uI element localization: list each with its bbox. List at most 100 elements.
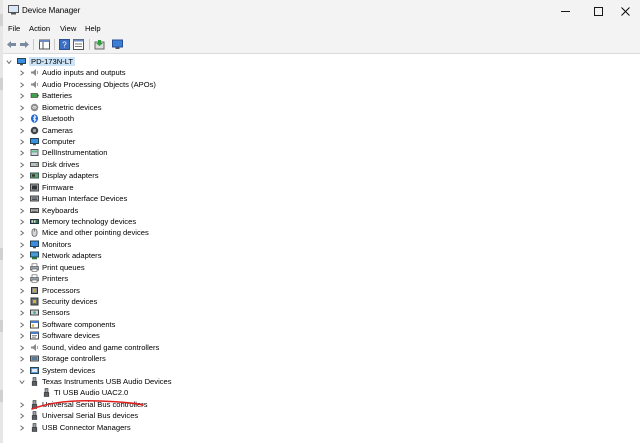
tree-category-computer[interactable]: Computer	[18, 136, 75, 147]
chevron-right-icon[interactable]	[18, 138, 26, 146]
chevron-right-icon[interactable]	[18, 412, 26, 420]
chevron-right-icon[interactable]	[18, 127, 26, 135]
tree-category-biometric-devices[interactable]: Biometric devices	[18, 102, 102, 113]
chevron-right-icon[interactable]	[18, 241, 26, 249]
tree-category-audio-inputs-and-outputs[interactable]: Audio inputs and outputs	[18, 67, 126, 78]
tree-category-sound-video-and-game-controllers[interactable]: Sound, video and game controllers	[18, 342, 159, 353]
tree-category-software-devices[interactable]: Software devices	[18, 330, 100, 341]
back-button[interactable]	[5, 38, 18, 51]
tree-category-keyboards[interactable]: Keyboards	[18, 205, 78, 216]
chevron-down-icon[interactable]	[5, 58, 13, 66]
tree-category-monitors[interactable]: Monitors	[18, 239, 71, 250]
display-adapter-icon	[30, 171, 39, 180]
keyboard-icon	[30, 206, 39, 215]
tree-category-software-components[interactable]: Software components	[18, 319, 115, 330]
tree-category-display-adapters[interactable]: Display adapters	[18, 170, 99, 181]
tree-category-processors[interactable]: Processors	[18, 285, 80, 296]
menu-help[interactable]: Help	[85, 24, 101, 33]
computer-root-icon	[17, 57, 26, 66]
chevron-right-icon[interactable]	[18, 161, 26, 169]
title-bar: Device Manager	[3, 0, 640, 22]
menu-bar: File Action View Help	[3, 22, 640, 36]
tree-category-printers[interactable]: Printers	[18, 273, 68, 284]
maximize-button[interactable]	[583, 0, 613, 22]
software-component-icon	[30, 320, 39, 329]
tree-category-system-devices[interactable]: System devices	[18, 365, 95, 376]
tree-category-disk-drives[interactable]: Disk drives	[18, 159, 79, 170]
toolbar: ?	[3, 36, 640, 54]
tree-item-label: Security devices	[42, 297, 98, 306]
tree-category-usb-connector-managers[interactable]: USB Connector Managers	[18, 422, 131, 433]
tree-category-dellinstrumentation[interactable]: DellInstrumentation	[18, 147, 107, 158]
chevron-right-icon[interactable]	[18, 367, 26, 375]
tree-device-ti-usb-audio-uac2[interactable]: TI USB Audio UAC2.0	[30, 387, 128, 398]
chevron-right-icon[interactable]	[18, 344, 26, 352]
chevron-right-icon[interactable]	[18, 309, 26, 317]
network-adapter-icon	[30, 251, 39, 260]
tree-root-node[interactable]: PD-173N-LT	[5, 56, 76, 67]
forward-button[interactable]	[18, 38, 31, 51]
chevron-right-icon[interactable]	[18, 207, 26, 215]
chevron-right-icon[interactable]	[18, 104, 26, 112]
chevron-right-icon[interactable]	[18, 264, 26, 272]
tree-category-firmware[interactable]: Firmware	[18, 182, 74, 193]
monitor-icon	[30, 240, 39, 249]
properties-icon	[73, 39, 84, 50]
close-button[interactable]	[610, 0, 640, 22]
tree-category-mice-and-other-pointing-devices[interactable]: Mice and other pointing devices	[18, 227, 149, 238]
chevron-right-icon[interactable]	[18, 252, 26, 260]
chevron-right-icon[interactable]	[18, 81, 26, 89]
menu-file[interactable]: File	[8, 24, 20, 33]
chevron-right-icon[interactable]	[18, 424, 26, 432]
hid-icon	[30, 194, 39, 203]
chevron-right-icon[interactable]	[18, 92, 26, 100]
tree-category-audio-processing-objects-apos[interactable]: Audio Processing Objects (APOs)	[18, 79, 156, 90]
chevron-right-icon[interactable]	[18, 184, 26, 192]
forward-arrow-icon	[20, 41, 29, 48]
update-driver-button[interactable]	[93, 38, 106, 51]
chevron-right-icon[interactable]	[18, 115, 26, 123]
chevron-right-icon[interactable]	[18, 298, 26, 306]
scan-hardware-changes-button[interactable]	[111, 38, 124, 51]
chevron-right-icon[interactable]	[18, 195, 26, 203]
monitor-scan-icon	[112, 39, 123, 49]
help-button[interactable]: ?	[58, 38, 71, 51]
sensor-icon	[30, 308, 39, 317]
chevron-right-icon[interactable]	[18, 275, 26, 283]
chevron-right-icon[interactable]	[18, 401, 26, 409]
chevron-right-icon[interactable]	[18, 229, 26, 237]
properties-button[interactable]	[72, 38, 85, 51]
printer-icon	[30, 263, 39, 272]
show-hide-console-tree-button[interactable]	[38, 38, 51, 51]
chevron-right-icon[interactable]	[18, 149, 26, 157]
menu-view[interactable]: View	[60, 24, 76, 33]
red-annotation-strike	[31, 399, 144, 410]
tree-category-bluetooth[interactable]: Bluetooth	[18, 113, 74, 124]
chevron-right-icon[interactable]	[18, 355, 26, 363]
tree-category-batteries[interactable]: Batteries	[18, 90, 72, 101]
chevron-right-icon[interactable]	[18, 287, 26, 295]
chevron-right-icon[interactable]	[18, 69, 26, 77]
minimize-button[interactable]	[550, 0, 580, 22]
tree-item-label: Computer	[42, 137, 76, 146]
tree-category-security-devices[interactable]: Security devices	[18, 296, 97, 307]
chevron-right-icon[interactable]	[18, 172, 26, 180]
close-icon	[620, 6, 630, 16]
tree-category-human-interface-devices[interactable]: Human Interface Devices	[18, 193, 127, 204]
chevron-down-icon[interactable]	[18, 378, 26, 386]
tree-category-network-adapters[interactable]: Network adapters	[18, 250, 102, 261]
tree-category-print-queues[interactable]: Print queues	[18, 262, 85, 273]
tree-category-memory-technology-devices[interactable]: Memory technology devices	[18, 216, 136, 227]
usb-icon	[30, 377, 39, 386]
menu-action[interactable]: Action	[29, 24, 50, 33]
tree-category-cameras[interactable]: Cameras	[18, 125, 73, 136]
tree-category-sensors[interactable]: Sensors	[18, 307, 70, 318]
tree-item-label: Disk drives	[42, 160, 80, 169]
console-tree-icon	[39, 39, 50, 50]
chevron-right-icon[interactable]	[18, 332, 26, 340]
disk-drive-icon	[30, 160, 39, 169]
tree-category-storage-controllers[interactable]: Storage controllers	[18, 353, 106, 364]
chevron-right-icon[interactable]	[18, 321, 26, 329]
chevron-right-icon[interactable]	[18, 218, 26, 226]
tree-category-texas-instruments-usb-audio-devices[interactable]: Texas Instruments USB Audio Devices	[18, 376, 172, 387]
